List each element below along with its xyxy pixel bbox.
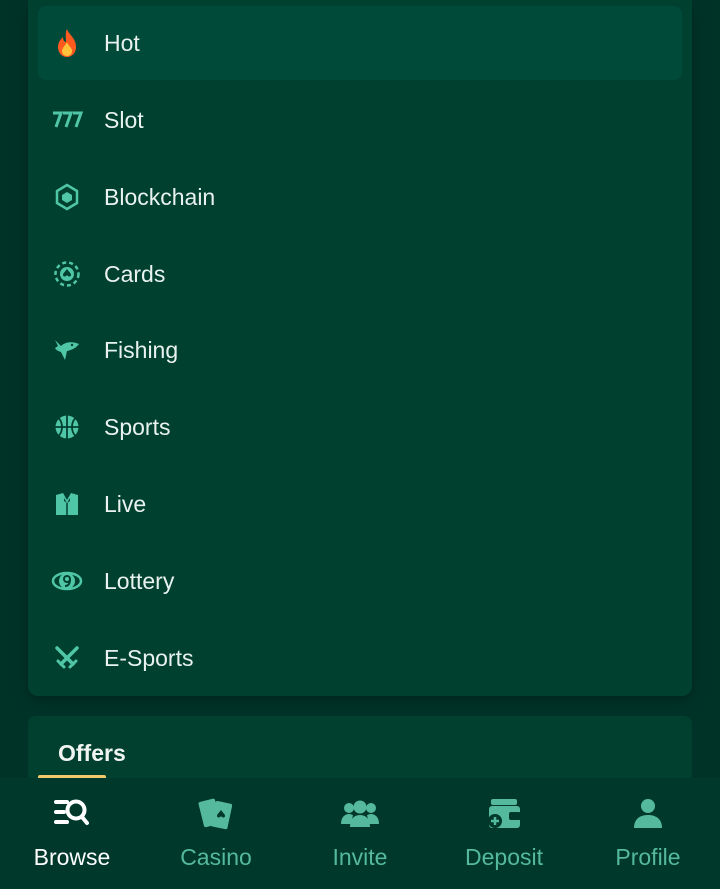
menu-item-label: Slot: [104, 106, 144, 133]
menu-item-cards[interactable]: Cards: [38, 237, 682, 311]
nav-deposit[interactable]: Deposit: [432, 778, 576, 889]
menu-item-sports[interactable]: Sports: [38, 390, 682, 464]
nav-label: Invite: [332, 844, 388, 870]
menu-item-fishing[interactable]: Fishing: [38, 313, 682, 387]
nav-browse[interactable]: Browse: [0, 778, 144, 889]
menu-item-label: Live: [104, 490, 147, 517]
user-icon: [628, 794, 668, 834]
wallet-plus-icon: [484, 794, 524, 834]
nav-label: Browse: [33, 844, 111, 870]
slot-777-icon: [50, 103, 84, 137]
users-icon: [340, 794, 380, 834]
offers-tab-label[interactable]: Offers: [58, 740, 126, 767]
crossed-swords-icon: [50, 641, 84, 675]
menu-item-label: Blockchain: [104, 183, 216, 210]
menu-item-label: Fishing: [104, 336, 179, 363]
nav-label: Casino: [180, 844, 252, 870]
cards-icon: [196, 794, 236, 834]
menu-item-label: Lottery: [104, 567, 175, 594]
shark-icon: [50, 333, 84, 367]
nav-label: Deposit: [465, 844, 543, 870]
nav-invite[interactable]: Invite: [288, 778, 432, 889]
category-menu: Hot Slot Blockchain Cards Fishing Sports…: [28, 0, 692, 696]
browse-search-icon: [52, 794, 92, 834]
menu-item-esports[interactable]: E-Sports: [38, 621, 682, 695]
menu-item-live[interactable]: Live: [38, 467, 682, 541]
lottery-ball-icon: [50, 564, 84, 598]
nav-label: Profile: [615, 844, 681, 870]
menu-item-label: Cards: [104, 260, 166, 287]
offers-section: Offers: [28, 716, 692, 786]
menu-item-label: Sports: [104, 413, 171, 440]
menu-item-label: E-Sports: [104, 644, 194, 671]
menu-item-blockchain[interactable]: Blockchain: [38, 160, 682, 234]
tuxedo-icon: [50, 487, 84, 521]
nav-casino[interactable]: Casino: [144, 778, 288, 889]
basketball-icon: [50, 410, 84, 444]
fire-icon: [50, 26, 84, 60]
menu-item-slot[interactable]: Slot: [38, 83, 682, 157]
bottom-navigation: Browse Casino Invite Deposit Profile: [0, 778, 720, 889]
cube-icon: [50, 180, 84, 214]
menu-item-label: Hot: [104, 29, 140, 56]
poker-chip-icon: [50, 257, 84, 291]
menu-item-hot[interactable]: Hot: [38, 6, 682, 80]
menu-item-lottery[interactable]: Lottery: [38, 544, 682, 618]
nav-profile[interactable]: Profile: [576, 778, 720, 889]
